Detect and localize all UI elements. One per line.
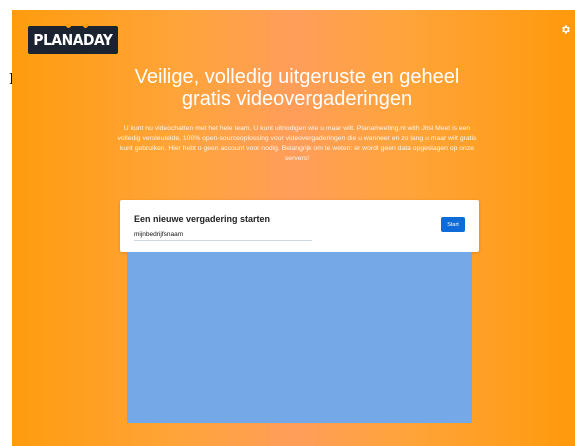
- logo-dot: [66, 23, 71, 28]
- new-meeting-title: Een nieuwe vergadering starten: [134, 214, 271, 224]
- room-name-input[interactable]: [134, 228, 312, 241]
- page-title: Veilige, volledig uitgeruste en geheel g…: [134, 66, 460, 110]
- start-button[interactable]: Start: [441, 217, 465, 232]
- logo-dot: [83, 23, 88, 28]
- gear-icon[interactable]: [560, 24, 571, 37]
- new-meeting-card: Een nieuwe vergadering starten Start: [120, 200, 479, 252]
- planaday-logo[interactable]: PLANADAY: [28, 23, 118, 54]
- video-preview: [127, 252, 472, 423]
- intro-text: U kunt nu videochatten met het hele team…: [117, 125, 477, 162]
- welcome-hero: PLANADAY Veilige, volledig uitgeruste en…: [12, 10, 575, 446]
- logo-text: PLANADAY: [33, 31, 113, 49]
